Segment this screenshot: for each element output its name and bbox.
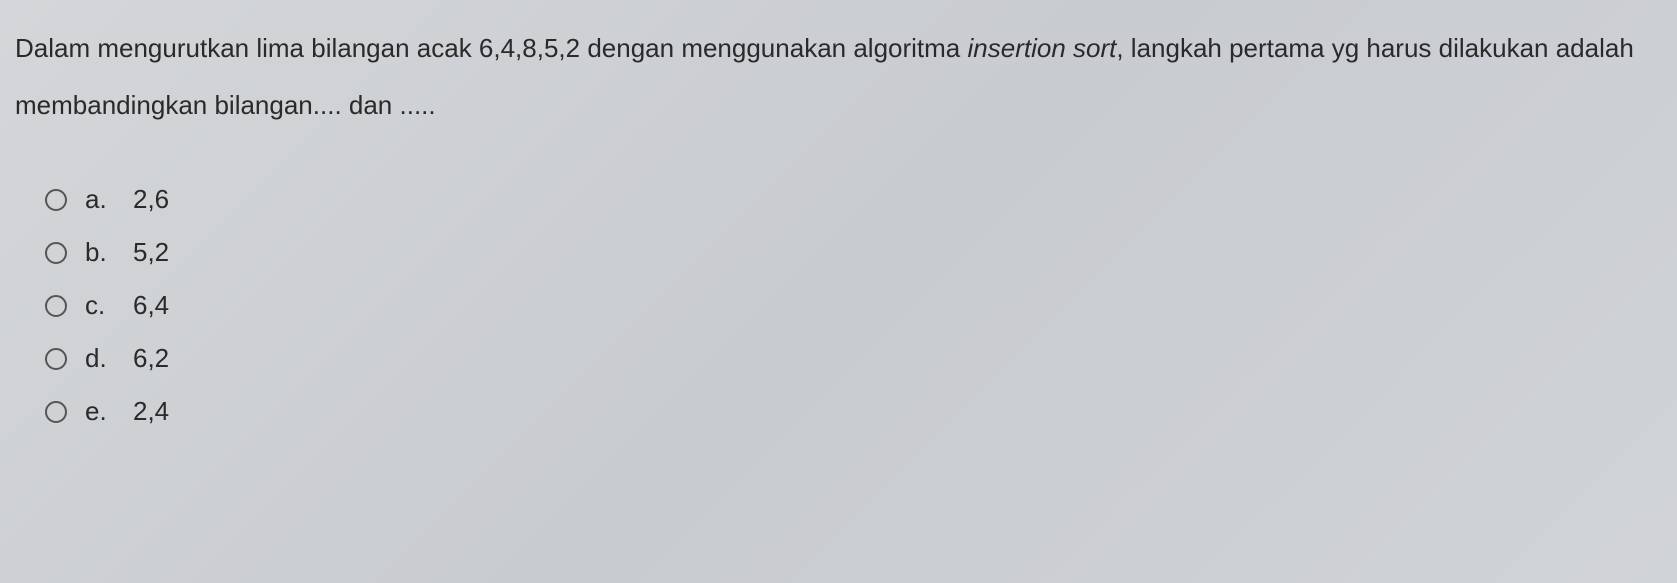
question-text: Dalam mengurutkan lima bilangan acak 6,4… xyxy=(15,20,1662,134)
option-letter: b. xyxy=(85,237,115,268)
option-letter: c. xyxy=(85,290,115,321)
option-b[interactable]: b. 5,2 xyxy=(45,237,1662,268)
option-value: 2,4 xyxy=(133,396,169,427)
option-value: 6,4 xyxy=(133,290,169,321)
radio-icon[interactable] xyxy=(45,348,67,370)
option-letter: e. xyxy=(85,396,115,427)
question-italic: insertion sort xyxy=(968,33,1117,63)
radio-icon[interactable] xyxy=(45,189,67,211)
option-letter: a. xyxy=(85,184,115,215)
radio-icon[interactable] xyxy=(45,401,67,423)
option-c[interactable]: c. 6,4 xyxy=(45,290,1662,321)
option-e[interactable]: e. 2,4 xyxy=(45,396,1662,427)
option-value: 5,2 xyxy=(133,237,169,268)
option-value: 6,2 xyxy=(133,343,169,374)
option-a[interactable]: a. 2,6 xyxy=(45,184,1662,215)
option-value: 2,6 xyxy=(133,184,169,215)
radio-icon[interactable] xyxy=(45,295,67,317)
option-d[interactable]: d. 6,2 xyxy=(45,343,1662,374)
radio-icon[interactable] xyxy=(45,242,67,264)
question-part1: Dalam mengurutkan lima bilangan acak 6,4… xyxy=(15,33,968,63)
options-list: a. 2,6 b. 5,2 c. 6,4 d. 6,2 e. 2,4 xyxy=(15,184,1662,427)
option-letter: d. xyxy=(85,343,115,374)
